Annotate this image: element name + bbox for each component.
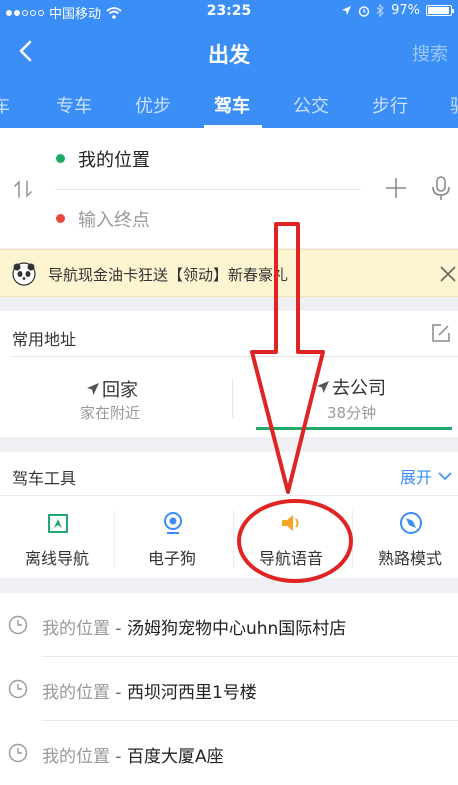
tool-label: 离线导航	[24, 549, 89, 568]
status-right: 97%	[341, 3, 454, 18]
history-destination: 汤姆狗宠物中心uhn国际村店	[126, 619, 347, 639]
offline-map-icon	[48, 514, 68, 533]
history-destination: 西坝河西里1号楼	[126, 683, 257, 703]
work-eta: 38分钟	[327, 404, 377, 422]
title-bar: 出发 搜索	[0, 24, 458, 80]
work-address-button[interactable]: 去公司	[316, 374, 386, 400]
tool-label: 导航语音	[258, 549, 323, 568]
expand-label: 展开	[400, 468, 433, 487]
swap-route-icon[interactable]	[12, 178, 34, 200]
tool-label: 熟路模式	[377, 549, 442, 568]
close-icon[interactable]	[438, 264, 458, 284]
history-origin: 我的位置	[42, 747, 110, 767]
clock-icon	[8, 615, 28, 635]
home-address-button[interactable]: 回家	[86, 376, 138, 402]
mode-tabs: 车 专车 优步 驾车 公交 步行 骑	[0, 80, 458, 128]
history-origin: 我的位置	[42, 619, 110, 639]
edit-icon[interactable]	[430, 322, 452, 344]
chevron-down-icon	[438, 472, 452, 481]
history-text: 我的位置 - 汤姆狗宠物中心uhn国际村店	[42, 614, 346, 639]
tab-bus[interactable]: 公交	[293, 92, 329, 118]
speed-camera-button[interactable]: 电子狗	[115, 505, 229, 571]
history-separator: -	[115, 619, 122, 639]
speaker-icon	[282, 515, 299, 531]
panda-icon	[12, 262, 36, 286]
promo-banner[interactable]: 导航现金油卡狂送【领动】新春豪礼	[0, 249, 458, 297]
tab-taxi[interactable]: 车	[0, 92, 10, 118]
work-label: 去公司	[332, 378, 386, 399]
end-dot	[56, 214, 65, 223]
expand-button[interactable]: 展开	[400, 464, 452, 488]
address-column-divider	[232, 378, 233, 418]
location-arrow-icon	[342, 6, 352, 15]
compass-icon	[400, 512, 422, 534]
battery-icon	[426, 5, 454, 16]
page-title: 出发	[208, 43, 250, 67]
tab-special-car[interactable]: 专车	[56, 92, 92, 118]
familiar-route-mode-button[interactable]: 熟路模式	[353, 505, 458, 571]
list-item[interactable]: 我的位置 - 百度大厦A座	[0, 721, 458, 785]
voice-input-button[interactable]	[430, 175, 452, 201]
tab-walk[interactable]: 步行	[372, 92, 408, 118]
tab-drive[interactable]: 驾车	[214, 92, 250, 118]
tab-bike[interactable]: 骑	[450, 92, 458, 118]
start-location-field[interactable]: 我的位置	[78, 146, 150, 172]
status-bar: 中国移动 23:25 97%	[0, 0, 458, 24]
tab-uber[interactable]: 优步	[135, 92, 171, 118]
add-waypoint-button[interactable]	[383, 175, 409, 201]
navigation-arrow-icon	[87, 383, 99, 395]
history-list: 我的位置 - 汤姆狗宠物中心uhn国际村店 我的位置 - 西坝河西里1号楼 我的…	[0, 593, 458, 785]
common-address-title: 常用地址	[12, 330, 77, 349]
driving-tools-title: 驾车工具	[12, 469, 77, 488]
bluetooth-icon	[376, 4, 384, 17]
battery-percent: 97%	[391, 3, 420, 18]
home-sub: 家在附近	[80, 404, 141, 422]
tool-label: 电子狗	[147, 549, 196, 568]
history-destination: 百度大厦A座	[126, 747, 224, 767]
list-item[interactable]: 我的位置 - 汤姆狗宠物中心uhn国际村店	[0, 593, 458, 657]
history-text: 我的位置 - 西坝河西里1号楼	[42, 678, 257, 703]
alarm-icon	[358, 5, 370, 17]
work-selected-indicator	[256, 427, 452, 430]
start-dot	[56, 154, 65, 163]
offline-navigation-button[interactable]: 离线导航	[0, 505, 114, 571]
destination-field[interactable]: 输入终点	[78, 206, 150, 232]
home-label: 回家	[102, 380, 138, 401]
history-text: 我的位置 - 百度大厦A座	[42, 742, 224, 767]
history-origin: 我的位置	[42, 683, 110, 703]
clock-icon	[8, 743, 28, 763]
common-divider	[12, 356, 458, 357]
navigation-voice-button[interactable]: 导航语音	[234, 505, 348, 571]
search-button[interactable]: 搜索	[412, 40, 448, 66]
clock-icon	[8, 679, 28, 699]
list-item[interactable]: 我的位置 - 西坝河西里1号楼	[0, 657, 458, 721]
input-divider	[55, 189, 361, 190]
camera-icon	[164, 512, 182, 534]
banner-text: 导航现金油卡狂送【领动】新春豪礼	[48, 266, 289, 284]
history-separator: -	[115, 683, 122, 703]
tools-divider	[0, 495, 458, 496]
back-button[interactable]	[12, 36, 42, 66]
navigation-arrow-icon	[317, 381, 329, 393]
history-separator: -	[115, 747, 122, 767]
